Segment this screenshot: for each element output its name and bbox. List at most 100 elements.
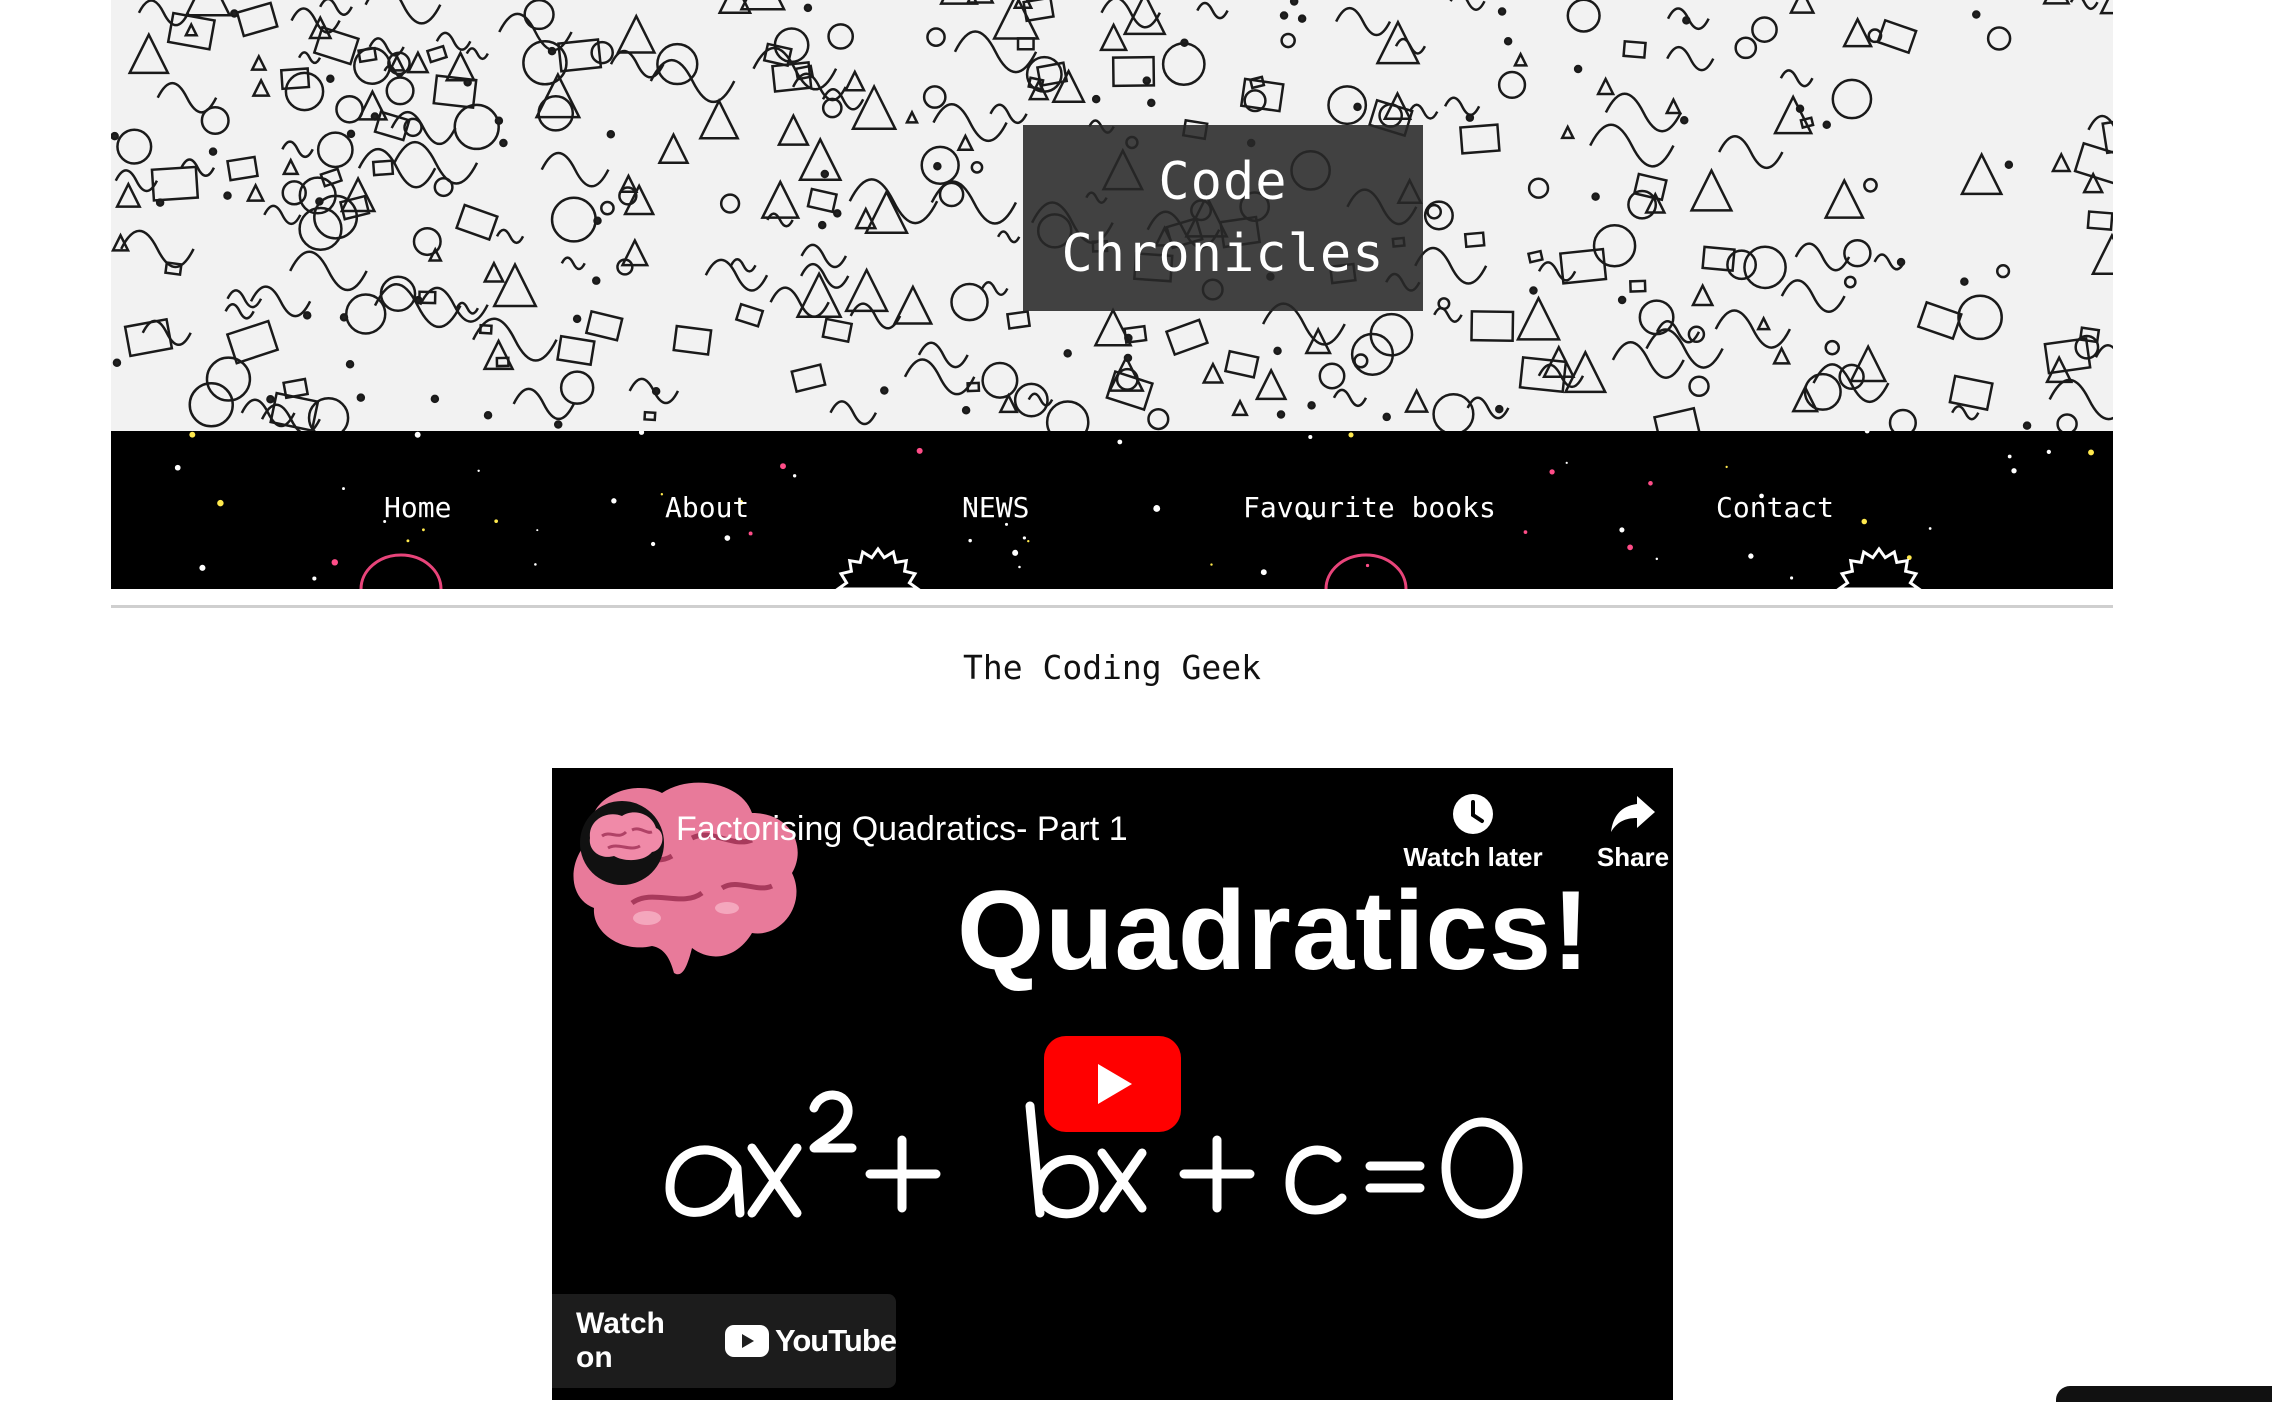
doodle-shape — [1433, 306, 1463, 323]
doodle-shape — [1147, 98, 1156, 108]
doodle-shape — [279, 67, 311, 91]
doodle-shape — [1045, 400, 1090, 431]
doodle-shape — [1449, 0, 1486, 11]
doodle-shape — [302, 311, 312, 320]
doodle-shape — [345, 360, 355, 369]
doodle-shape — [495, 228, 525, 245]
doodle-shape — [2086, 210, 2113, 231]
doodle-shape — [1824, 339, 1841, 356]
doodle-shape — [800, 243, 848, 269]
doodle-shape — [790, 363, 827, 394]
nav-item-about[interactable]: About — [665, 491, 749, 525]
star-dot — [422, 528, 425, 532]
doodle-shape — [1896, 257, 1906, 267]
watch-on-youtube-button[interactable]: Watch on YouTube — [552, 1294, 897, 1388]
doodle-shape — [1273, 346, 1282, 356]
doodle-shape — [600, 200, 615, 216]
doodle-shape — [623, 183, 656, 216]
doodle-shape — [1794, 242, 1851, 272]
doodle-shape — [556, 334, 596, 367]
doodle-shape — [903, 358, 976, 396]
doodle-shape — [2050, 151, 2072, 173]
doodle-shape — [734, 302, 765, 328]
doodle-shape — [208, 147, 218, 156]
star-dot — [477, 469, 480, 472]
doodle-shape — [1842, 16, 1874, 48]
doodle-shape — [1280, 32, 1296, 49]
doodle-shape — [996, 230, 1021, 244]
star-dot — [1308, 434, 1313, 439]
doodle-shape — [316, 131, 354, 169]
doodle-shape — [803, 3, 813, 13]
star-dot — [748, 531, 753, 536]
doodle-shape — [345, 293, 387, 335]
doodle-shape — [1823, 177, 1865, 219]
nav-item-contact[interactable]: Contact — [1716, 491, 1834, 525]
star-dot — [1627, 544, 1633, 551]
doodle-shape — [266, 394, 275, 404]
doodle-shape — [643, 410, 657, 422]
youtube-embed[interactable]: Factorising Quadratics- Part 1 Watch lat… — [552, 768, 1673, 1400]
doodle-shape — [1690, 282, 1715, 307]
doodle-shape — [1526, 249, 1544, 264]
doodle-shape — [1573, 64, 1583, 74]
doodle-shape — [1016, 37, 1035, 51]
doodle-shape — [1515, 295, 1562, 341]
doodle-shape — [956, 133, 975, 152]
doodle-shape — [1353, 102, 1362, 112]
doodle-shape — [1432, 393, 1475, 431]
watch-later-button[interactable]: Watch later — [1398, 792, 1548, 873]
doodle-shape — [1414, 247, 1488, 285]
doodle-shape — [760, 179, 801, 219]
doodle-shape — [672, 324, 713, 356]
doodle-shape — [932, 103, 1008, 142]
nav-item-news[interactable]: NEWS — [962, 491, 1029, 525]
doodle-shape — [1289, 0, 1299, 6]
doodle-shape — [606, 130, 616, 139]
nav-item-home[interactable]: Home — [384, 491, 451, 525]
doodle-shape — [406, 49, 430, 74]
doodle-shape — [1622, 39, 1647, 59]
star-dot — [1022, 536, 1027, 540]
doodle-shape — [433, 177, 454, 198]
doodle-shape — [339, 313, 349, 322]
doodle-shape — [235, 1, 279, 38]
star-dot — [1018, 565, 1021, 569]
star-dot — [1725, 465, 1728, 469]
doodle-shape — [850, 83, 898, 131]
doodle-shape — [1196, 1, 1229, 20]
doodle-shape — [120, 229, 195, 269]
youtube-play-icon[interactable] — [1044, 1036, 1181, 1132]
doodle-shape — [1596, 76, 1616, 96]
doodle-shape — [540, 151, 610, 188]
doodle-shape — [1734, 36, 1758, 60]
doodle-shape — [1959, 151, 2004, 196]
doodle-shape — [590, 40, 614, 65]
doodle-shape — [817, 220, 827, 230]
doodle-shape — [1503, 36, 1513, 46]
doodle-shape — [492, 261, 538, 308]
video-title[interactable]: Factorising Quadratics- Part 1 — [676, 810, 1128, 849]
nav-item-favourite-books[interactable]: Favourite books — [1243, 491, 1496, 525]
doodle-shape — [427, 246, 443, 262]
corner-widget[interactable] — [2056, 1386, 2272, 1402]
doodle-shape — [1537, 261, 1577, 282]
doodle-shape — [704, 258, 769, 292]
doodle-shape — [880, 386, 889, 395]
doodle-shape — [281, 180, 307, 206]
doodle-shape — [1332, 388, 1368, 408]
doodle-shape — [616, 13, 657, 54]
doodle-shape — [1772, 345, 1792, 365]
header-banner: Code Chronicles — [111, 0, 2113, 431]
share-button[interactable]: Share — [1558, 792, 1673, 873]
doodle-shape — [593, 216, 602, 226]
star-dot — [1523, 530, 1528, 534]
doodle-shape — [137, 0, 190, 27]
doodle-shape — [166, 11, 217, 51]
doodle-shape — [2056, 413, 2078, 431]
doodle-shape — [115, 181, 142, 208]
doodle-shape — [1394, 37, 1427, 55]
doodle-shape — [281, 157, 300, 176]
doodle-shape — [353, 46, 392, 85]
doodle-shape — [1843, 275, 1857, 289]
